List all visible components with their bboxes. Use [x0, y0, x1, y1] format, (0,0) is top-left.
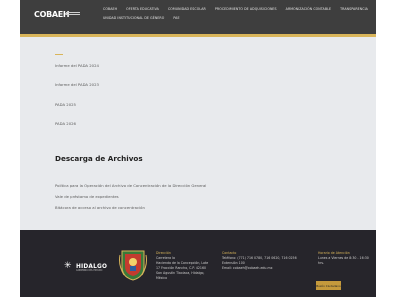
download-link-1[interactable]: Política para la Operación del Archivo d…: [55, 183, 206, 188]
download-link-2[interactable]: Vale de préstamo de expedientes: [55, 194, 119, 199]
hidalgo-star-icon: ✳: [64, 261, 72, 271]
state-coat-of-arms-icon: [119, 250, 147, 281]
nav-item-procedimiento-adquisiciones[interactable]: PROCEDIMIENTO DE ADQUISICIONES: [215, 7, 277, 11]
section-accent-line: [55, 54, 63, 55]
nav-item-comunidad-escolar[interactable]: COMUNIDAD ESCOLAR: [168, 7, 206, 11]
nav-item-transparencia[interactable]: TRANSPARENCIA: [340, 7, 368, 11]
report-link-1[interactable]: Informe del PADA 2024: [55, 63, 99, 68]
cobaeh-logo[interactable]: COBAEH: [34, 10, 70, 19]
footer-contact-email[interactable]: Email: cobaeh@cobaeh.edu.mx: [222, 266, 272, 272]
download-link-3[interactable]: Bitácora de acceso al archivo de concent…: [55, 205, 145, 210]
page: COBAEH COBAEH OFERTA EDUCATIVA COMUNIDAD…: [0, 0, 396, 297]
hidalgo-subtitle: GOBIERNO DEL ESTADO: [76, 269, 103, 272]
nav-item-armonizacion-contable[interactable]: ARMONIZACIÓN CONTABLE: [286, 7, 331, 11]
main-nav: COBAEH OFERTA EDUCATIVA COMUNIDAD ESCOLA…: [103, 7, 373, 20]
nav-item-cobaeh[interactable]: COBAEH: [103, 7, 117, 11]
footer-hours-line: hrs.: [318, 261, 325, 265]
main-content: Informe del PADA 2024 Informe del PADA 2…: [20, 37, 376, 230]
downloads-title: Descarga de Archivos: [55, 154, 143, 163]
report-link-4[interactable]: PADA 2026: [55, 121, 76, 126]
footer-address-title: Dirección: [156, 251, 171, 255]
report-link-3[interactable]: PADA 2025: [55, 102, 76, 107]
nav-item-oferta-educativa[interactable]: OFERTA EDUCATIVA: [126, 7, 159, 11]
footer-contact-title: Contacto: [222, 251, 237, 255]
top-navigation-bar: COBAEH COBAEH OFERTA EDUCATIVA COMUNIDAD…: [20, 0, 376, 34]
footer-hours-line: Lunes a Viernes de 8:30 - 16:30: [318, 256, 369, 260]
citizen-mailbox-button[interactable]: Buzón Ciudadano: [316, 281, 341, 290]
report-link-2[interactable]: Informe del PADA 2023: [55, 82, 99, 87]
footer-address-line: México: [156, 276, 168, 280]
nav-item-pae[interactable]: PAE: [173, 16, 179, 20]
footer-hours-title: Horario de Atención: [318, 251, 350, 255]
nav-item-unidad-genero[interactable]: UNIDAD INSTITUCIONAL DE GÉNERO: [103, 16, 164, 20]
logo-subtitle-lines: [66, 12, 80, 15]
